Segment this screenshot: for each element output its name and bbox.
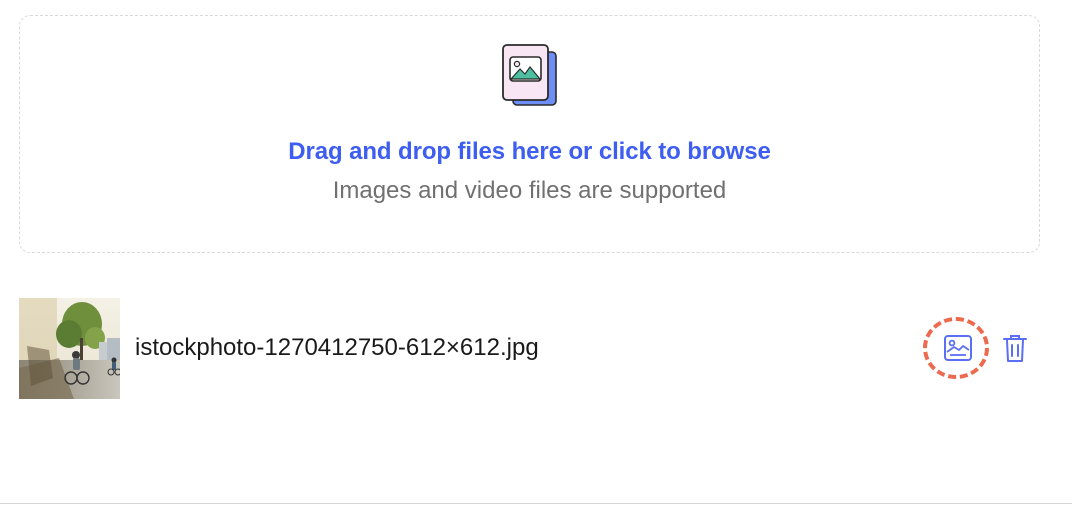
dropzone-title[interactable]: Drag and drop files here or click to bro… [20,138,1039,166]
upload-page: Drag and drop files here or click to bro… [0,0,1072,526]
file-dropzone[interactable]: Drag and drop files here or click to bro… [19,15,1040,253]
dropzone-subtitle: Images and video files are supported [332,177,727,204]
trash-icon[interactable] [1002,334,1028,364]
divider [0,503,1072,504]
file-name: istockphoto-1270412750-612×612.jpg [135,334,539,361]
image-edit-icon[interactable] [943,334,973,362]
file-thumbnail [19,298,120,399]
file-list-item: istockphoto-1270412750-612×612.jpg [19,298,1040,399]
image-stack-icon [502,44,557,106]
